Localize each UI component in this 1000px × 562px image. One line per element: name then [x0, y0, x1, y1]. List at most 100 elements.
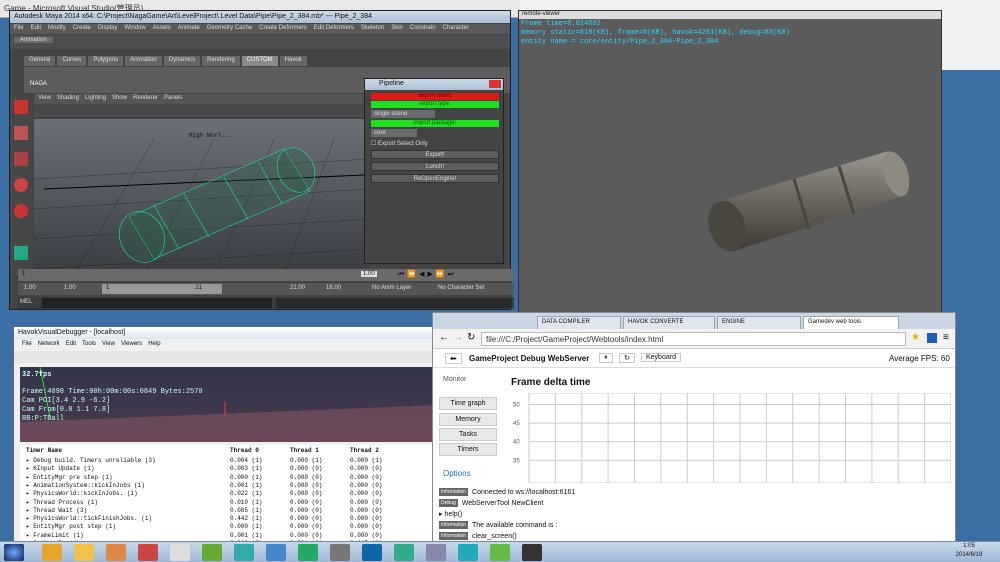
tab-data-compiler[interactable]: DATA COMPILER: [537, 316, 621, 329]
range-slider[interactable]: 1.00 1.00 1 21 21.00 18.00 No Anim Layer…: [18, 283, 514, 295]
nav-timers[interactable]: Timers: [439, 443, 497, 456]
app-icon-6[interactable]: [266, 544, 286, 561]
viewport-menu-4[interactable]: Renderer: [133, 95, 158, 103]
app-icon-9[interactable]: [362, 544, 382, 561]
app-icon-2[interactable]: [138, 544, 158, 561]
current-frame-field[interactable]: 1.00: [361, 271, 377, 277]
havok-viewport[interactable]: 32.7fps Frame:4098 Time:00h:00m:00s:0849…: [20, 367, 440, 442]
nav-time-graph[interactable]: Time graph: [439, 397, 497, 410]
shelf-tab-3[interactable]: Animation: [125, 56, 162, 66]
maya-titlebar[interactable]: Autodesk Maya 2014 x64: C:\Project\NagaG…: [10, 11, 510, 23]
app-icon-8[interactable]: [330, 544, 350, 561]
maya-menu-8[interactable]: Geometry Cache: [207, 25, 252, 33]
maya-menu-6[interactable]: Assets: [153, 25, 171, 33]
maya-menu-7[interactable]: Animate: [178, 25, 200, 33]
maya-menu-9[interactable]: Create Deformers: [259, 25, 307, 33]
anim-layer-label[interactable]: No Anim Layer: [372, 285, 411, 291]
export-select-only-checkbox[interactable]: ☐ Export Select Only: [371, 140, 428, 147]
app-icon[interactable]: [106, 544, 126, 561]
character-set-label[interactable]: No Character Set: [438, 285, 484, 291]
nav-options[interactable]: Options: [443, 469, 471, 478]
mel-command-line[interactable]: MEL: [18, 297, 514, 309]
maya-viewport[interactable]: High Worl...: [34, 119, 370, 275]
move-tool-icon[interactable]: [14, 178, 28, 192]
havok-menu-0[interactable]: File: [22, 341, 32, 349]
back-arrow-button[interactable]: ⬅: [445, 353, 462, 364]
app-icon-3[interactable]: [170, 544, 190, 561]
viewport-menu-0[interactable]: View: [38, 95, 51, 103]
extension-icon[interactable]: [927, 333, 937, 343]
app-icon-7[interactable]: [298, 544, 318, 561]
export-package-select[interactable]: core: [371, 129, 417, 137]
tab-havok-converter[interactable]: HAVOK CONVERTE: [623, 316, 715, 329]
reload-icon[interactable]: ↻: [467, 332, 475, 343]
mode-dropdown[interactable]: Animation: [14, 37, 53, 43]
havok-menu-1[interactable]: Network: [38, 341, 60, 349]
maya-menu-12[interactable]: Skin: [391, 25, 403, 33]
export-button[interactable]: Export!: [371, 150, 499, 159]
playback-controls[interactable]: ⏮⏪◀▶⏩⏭: [398, 270, 457, 279]
shelf-tab-6[interactable]: CUSTOM: [241, 56, 278, 66]
refresh-button[interactable]: ↻: [619, 353, 635, 363]
shelf-tab-2[interactable]: Polygons: [88, 56, 124, 66]
shelf-tab-1[interactable]: Curves: [57, 56, 87, 66]
maya-menu-1[interactable]: Edit: [31, 25, 41, 33]
app-icon-5[interactable]: [234, 544, 254, 561]
clock-time[interactable]: 1:05: [940, 543, 998, 549]
viewport-menu-3[interactable]: Show: [112, 95, 127, 103]
havok-menu-5[interactable]: Viewers: [121, 341, 142, 349]
paint-tool-icon[interactable]: [14, 152, 28, 166]
reopen-engine-button[interactable]: ReOpenEngine!: [371, 174, 499, 183]
range-bar[interactable]: 1 21: [102, 284, 222, 294]
export-type-select[interactable]: single scene: [371, 110, 435, 118]
tab-gamedev-web-tools[interactable]: Gamedev web tools: [803, 316, 899, 329]
shelf-tab-5[interactable]: Rendering: [202, 56, 240, 66]
app-icon-12[interactable]: [490, 544, 510, 561]
shelf-tab-4[interactable]: Dynamics: [163, 56, 201, 66]
shelf-tab-7[interactable]: Havok: [279, 56, 307, 66]
time-slider[interactable]: 1 1.00 ⏮⏪◀▶⏩⏭: [18, 269, 514, 281]
viewport-menu-2[interactable]: Lighting: [85, 95, 106, 103]
url-field[interactable]: file:///C:/Project/GameProject/Webtools/…: [481, 332, 906, 346]
remote-titlebar[interactable]: remote-viewer: [519, 11, 941, 19]
forward-icon[interactable]: →: [453, 332, 463, 343]
maya-menu-0[interactable]: File: [14, 25, 24, 33]
maya-menu-4[interactable]: Display: [98, 25, 118, 33]
select-tool-icon[interactable]: [14, 100, 28, 114]
maya-taskbar-icon[interactable]: [458, 544, 478, 561]
nav-monitor[interactable]: Monitor: [443, 376, 466, 383]
close-icon[interactable]: [489, 80, 501, 88]
clock-date[interactable]: 2014/6/18: [940, 552, 998, 558]
maya-menu-2[interactable]: Modify: [48, 25, 66, 33]
pause-button[interactable]: ⏸: [599, 353, 613, 363]
star-icon[interactable]: ★: [911, 332, 920, 343]
chrome-taskbar-icon[interactable]: [42, 544, 62, 561]
havok-menu-6[interactable]: Help: [148, 341, 160, 349]
pipeline-titlebar[interactable]: Pipeline: [365, 79, 503, 90]
app-icon-11[interactable]: [426, 544, 446, 561]
back-icon[interactable]: ←: [439, 332, 449, 343]
viewport-menu-5[interactable]: Panels: [164, 95, 182, 103]
havok-menu-3[interactable]: Tools: [82, 341, 96, 349]
explorer-icon[interactable]: [74, 544, 94, 561]
rotate-tool-icon[interactable]: [14, 204, 28, 218]
start-icon[interactable]: [4, 544, 24, 561]
tab-engine[interactable]: ENGINE: [717, 316, 801, 329]
havok-menu-2[interactable]: Edit: [66, 341, 76, 349]
havok-menu-4[interactable]: View: [102, 341, 115, 349]
nav-memory[interactable]: Memory: [439, 413, 497, 426]
maya-menu-5[interactable]: Window: [124, 25, 145, 33]
app-icon-13[interactable]: [522, 544, 542, 561]
viewport-menu-1[interactable]: Shading: [57, 95, 79, 103]
app-icon-4[interactable]: [202, 544, 222, 561]
maya-menu-14[interactable]: Character: [443, 25, 469, 33]
maya-menu-3[interactable]: Create: [73, 25, 91, 33]
lasso-tool-icon[interactable]: [14, 126, 28, 140]
lunch-button[interactable]: Lunch!: [371, 162, 499, 171]
layout-icon[interactable]: [14, 246, 28, 260]
havok-titlebar[interactable]: HavokVisualDebugger - [localhost]: [14, 327, 438, 339]
maya-menu-11[interactable]: Skeleton: [361, 25, 384, 33]
shelf-tab-0[interactable]: General: [24, 56, 56, 66]
menu-icon[interactable]: ≡: [943, 332, 949, 343]
maya-menu-10[interactable]: Edit Deformers: [314, 25, 354, 33]
